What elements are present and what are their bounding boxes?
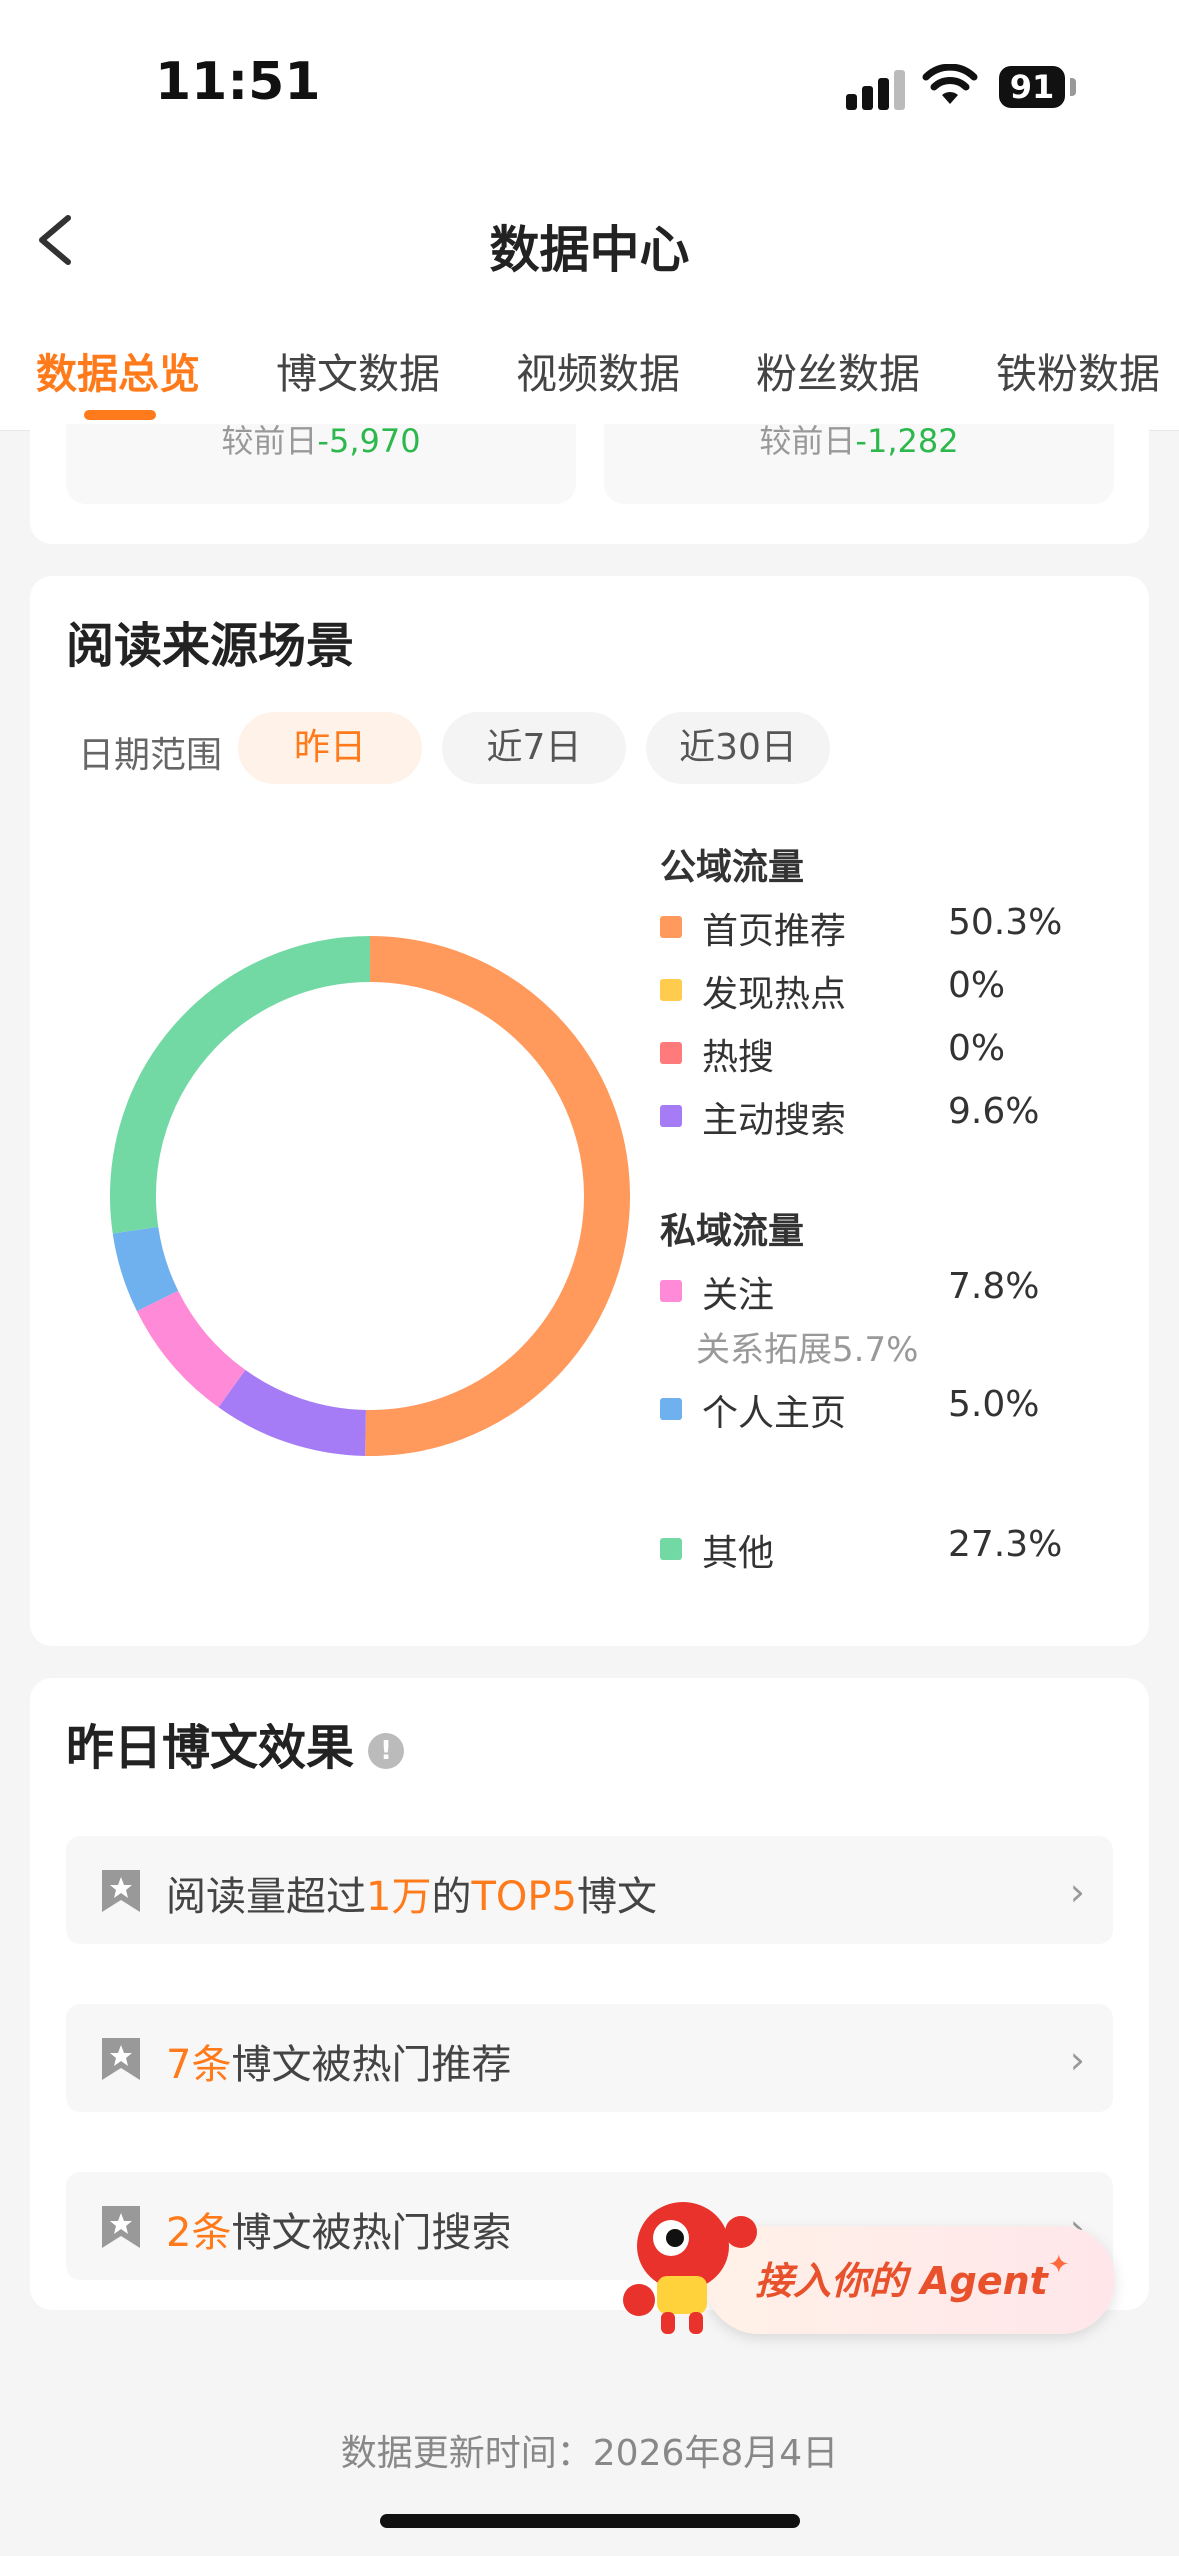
date-option-yesterday[interactable]: 昨日 <box>238 712 422 784</box>
read-source-card: 阅读来源场景 日期范围 昨日 近7日 近30日 公域流量 首页推荐 50.3% … <box>30 576 1149 1646</box>
tab-fans[interactable]: 粉丝数据 <box>756 340 920 400</box>
header: 11:51 91 数据中心 数据总览 博文数据 视频数据 粉丝数据 铁粉数据 <box>0 0 1179 431</box>
metric-delta-right: 较前日-1,282 <box>759 422 959 460</box>
legend-value: 9.6% <box>948 1091 1040 1132</box>
metric-delta-left: 较前日-5,970 <box>221 422 421 460</box>
post-effect-text: 7条博文被热门推荐 <box>166 2042 512 2088</box>
legend-label: 主动搜索 <box>702 1100 847 1141</box>
legend-value: 5.0% <box>948 1384 1040 1425</box>
read-source-donut-chart <box>110 936 630 1456</box>
status-time: 11:51 <box>155 52 321 112</box>
legend-label: 首页推荐 <box>702 911 847 952</box>
legend-swatch <box>660 1105 682 1127</box>
legend-swatch <box>660 1280 682 1302</box>
metric-card-left[interactable]: 较前日-5,970 <box>66 422 576 504</box>
date-option-7d[interactable]: 近7日 <box>442 712 626 784</box>
chevron-right-icon: › <box>1069 1870 1085 1914</box>
legend-value: 50.3% <box>948 902 1063 943</box>
donut-segment-主动搜索 <box>218 1369 367 1456</box>
legend-label: 热搜 <box>702 1037 775 1078</box>
legend-swatch <box>660 1042 682 1064</box>
tab-posts[interactable]: 博文数据 <box>276 340 440 400</box>
legend-label: 其他 <box>702 1533 775 1574</box>
sparkle-icon: ✦ <box>1047 2250 1070 2280</box>
follow-sub-label: 关系拓展5.7% <box>696 1330 919 1370</box>
battery-indicator: 91 <box>999 66 1065 108</box>
agent-floating-button[interactable]: 接入你的 Agent✦ <box>615 2180 1120 2340</box>
legend-swatch <box>660 1398 682 1420</box>
page-title: 数据中心 <box>489 221 690 279</box>
date-option-30d[interactable]: 近30日 <box>646 712 830 784</box>
post-effect-text: 阅读量超过1万的TOP5博文 <box>166 1874 657 1920</box>
home-indicator <box>380 2514 800 2528</box>
info-icon[interactable]: ! <box>368 1733 405 1769</box>
post-effect-text: 2条博文被热门搜索 <box>166 2210 512 2256</box>
wifi-icon <box>922 64 978 104</box>
tab-overview[interactable]: 数据总览 <box>36 340 200 400</box>
legend-swatch <box>660 1538 682 1560</box>
bookmark-star-icon <box>102 2206 140 2248</box>
bookmark-star-icon <box>102 2038 140 2080</box>
tab-videos[interactable]: 视频数据 <box>516 340 680 400</box>
chevron-right-icon: › <box>1069 2038 1085 2082</box>
yesterday-posts-title: 昨日博文效果! <box>66 1708 405 1778</box>
legend-value: 0% <box>948 1028 1006 1069</box>
bookmark-star-icon <box>102 1870 140 1912</box>
donut-segment-关注 <box>136 1290 246 1408</box>
donut-segment-其他 <box>110 936 371 1234</box>
metric-card-right[interactable]: 较前日-1,282 <box>604 422 1114 504</box>
update-time-text: 数据更新时间：2026年8月4日 <box>340 2433 839 2474</box>
legend-value: 7.8% <box>948 1266 1040 1307</box>
cellular-signal-icon <box>846 70 908 110</box>
date-range-label: 日期范围 <box>78 735 223 776</box>
read-source-title: 阅读来源场景 <box>66 618 355 674</box>
overview-card: 较前日-5,970 较前日-1,282 <box>30 422 1149 544</box>
donut-segment-首页推荐 <box>365 936 630 1456</box>
legend-label: 关注 <box>702 1275 775 1316</box>
legend-value: 27.3% <box>948 1524 1063 1565</box>
private-traffic-heading: 私域流量 <box>660 1211 805 1252</box>
donut-segment-个人主页 <box>112 1226 179 1312</box>
battery-tip <box>1070 78 1076 96</box>
post-effect-row[interactable]: 阅读量超过1万的TOP5博文 › <box>66 1836 1113 1944</box>
agent-label: 接入你的 Agent✦ <box>755 2250 1070 2303</box>
legend-value: 0% <box>948 965 1006 1006</box>
public-traffic-heading: 公域流量 <box>660 847 805 888</box>
legend-label: 个人主页 <box>702 1393 847 1434</box>
crayfish-mascot-icon <box>623 2202 757 2334</box>
post-effect-row[interactable]: 7条博文被热门推荐 › <box>66 2004 1113 2112</box>
tab-iron-fans[interactable]: 铁粉数据 <box>996 340 1160 400</box>
legend-label: 发现热点 <box>702 974 847 1015</box>
legend-swatch <box>660 979 682 1001</box>
legend-swatch <box>660 916 682 938</box>
tab-bar: 数据总览 博文数据 视频数据 粉丝数据 铁粉数据 <box>0 330 1179 420</box>
